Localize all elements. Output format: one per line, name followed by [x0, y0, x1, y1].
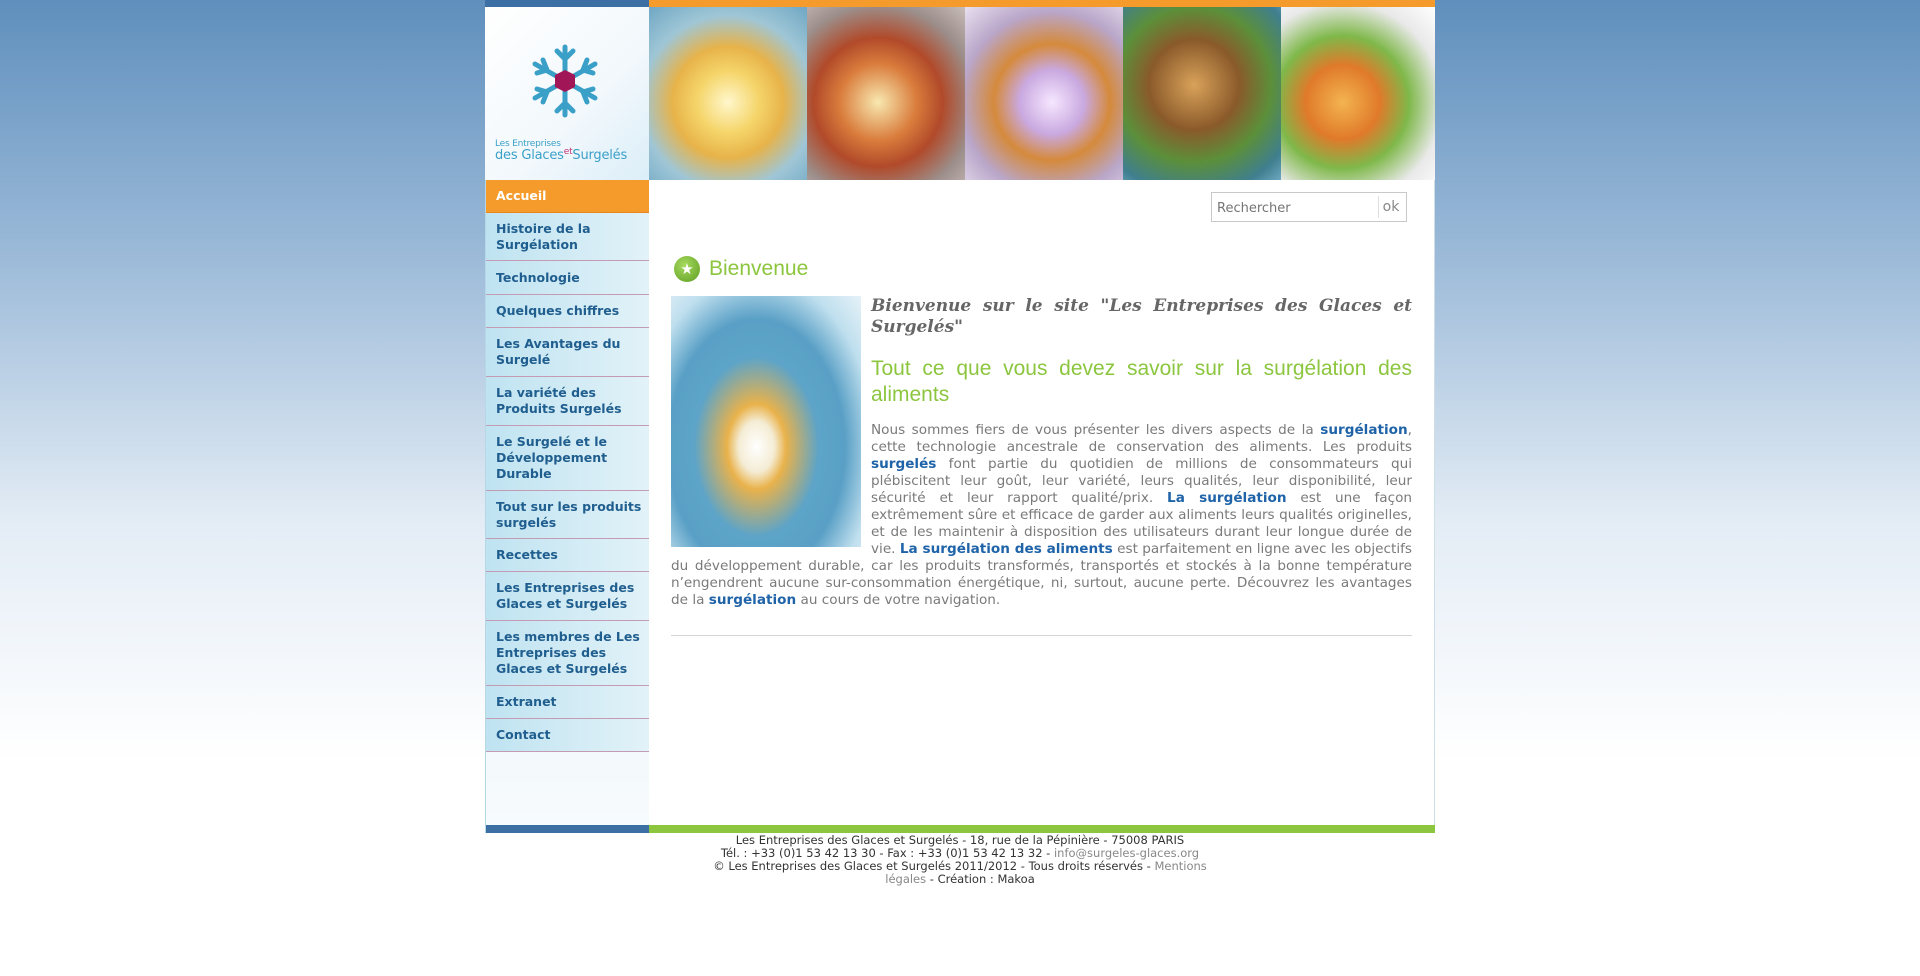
sidebar-bottom-bar: [486, 825, 650, 833]
footer-mentions-link[interactable]: Mentions: [1154, 859, 1206, 873]
site-logo[interactable]: Les Entreprises des GlacesetSurgelés: [485, 0, 649, 180]
main-content: ok ★ Bienvenue Bienvenue sur le site "Le…: [649, 180, 1435, 833]
sidebar-nav: Accueil Histoire de la Surgélation Techn…: [485, 180, 650, 833]
food-photo: [1281, 7, 1435, 180]
link-surgelation[interactable]: surgélation: [1320, 422, 1407, 438]
nav-item-membres[interactable]: Les membres de Les Entreprises des Glace…: [486, 621, 649, 686]
nav-item-chiffres[interactable]: Quelques chiffres: [486, 295, 649, 328]
salad-plate-image: [671, 296, 861, 547]
nav-item-histoire[interactable]: Histoire de la Surgélation: [486, 213, 649, 261]
search-box: ok: [1211, 192, 1407, 222]
link-surgeles[interactable]: surgelés: [871, 456, 936, 472]
page-container: Les Entreprises des GlacesetSurgelés Acc…: [485, 0, 1435, 976]
nav-item-avantages[interactable]: Les Avantages du Surgelé: [486, 328, 649, 377]
link-surgelation-aliments[interactable]: La surgélation des aliments: [900, 541, 1113, 557]
nav-item-tout-sur[interactable]: Tout sur les produits surgelés: [486, 491, 649, 539]
nav-item-entreprises[interactable]: Les Entreprises des Glaces et Surgelés: [486, 572, 649, 621]
header: Les Entreprises des GlacesetSurgelés: [485, 0, 1435, 180]
content-bottom-bar: [649, 825, 1435, 833]
food-photo: [1123, 7, 1281, 180]
nav-item-technologie[interactable]: Technologie: [486, 261, 649, 295]
welcome-article: Bienvenue sur le site "Les Entreprises d…: [671, 296, 1412, 609]
section-title: Bienvenue: [709, 257, 809, 280]
nav-item-developpement-durable[interactable]: Le Surgelé et le Développement Durable: [486, 426, 649, 491]
snowflake-logo-icon: [532, 44, 598, 118]
food-photo: [807, 7, 965, 180]
footer-credits: légales - Création : Makoa: [885, 872, 1035, 886]
search-input[interactable]: [1215, 196, 1379, 220]
food-photo: [965, 7, 1123, 180]
star-icon: ★: [674, 256, 700, 282]
food-photo: [649, 7, 807, 180]
link-surgelation-2[interactable]: surgélation: [709, 592, 796, 608]
footer: Les Entreprises des Glaces et Surgelés -…: [485, 834, 1435, 886]
nav-item-variete[interactable]: La variété des Produits Surgelés: [486, 377, 649, 426]
nav-item-recettes[interactable]: Recettes: [486, 539, 649, 572]
footer-mentions-link-2[interactable]: légales: [885, 872, 926, 886]
nav-item-extranet[interactable]: Extranet: [486, 686, 649, 719]
content-divider: [671, 635, 1412, 636]
header-photo-banner: [649, 0, 1435, 180]
nav-item-accueil[interactable]: Accueil: [486, 180, 649, 213]
footer-email-link[interactable]: info@surgeles-glaces.org: [1054, 846, 1199, 860]
logo-text: Les Entreprises des GlacesetSurgelés: [495, 139, 628, 163]
search-ok-button[interactable]: ok: [1378, 196, 1403, 218]
section-heading: ★ Bienvenue: [674, 256, 808, 282]
nav-item-contact[interactable]: Contact: [486, 719, 649, 752]
link-la-surgelation[interactable]: La surgélation: [1167, 490, 1287, 506]
